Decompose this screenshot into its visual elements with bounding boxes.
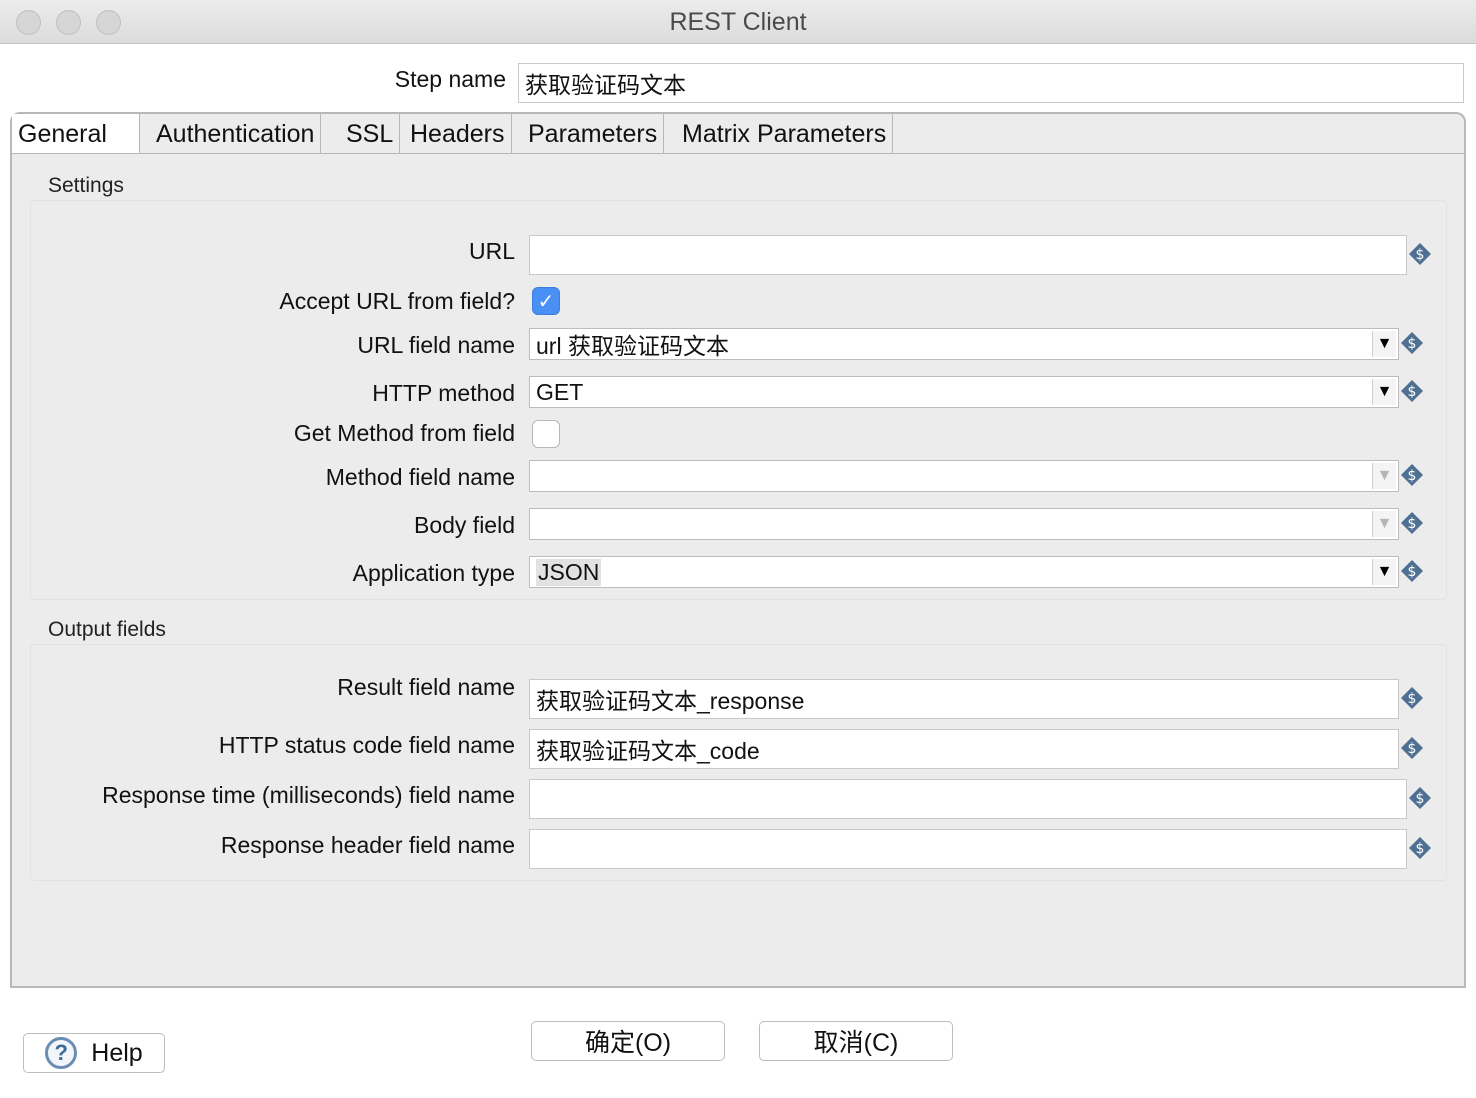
accept-url-from-field-checkbox[interactable]: ✓ [532, 287, 560, 315]
url-field-name-value: url 获取验证码文本 [536, 333, 729, 359]
chevron-down-icon[interactable]: ▼ [1372, 559, 1396, 585]
body-field-combo[interactable]: ▼ [529, 508, 1399, 540]
chevron-down-icon[interactable]: ▼ [1372, 511, 1396, 537]
application-type-combo[interactable]: JSON ▼ [529, 556, 1399, 588]
svg-text:$: $ [1408, 691, 1417, 707]
url-field-name-combo[interactable]: url 获取验证码文本 ▼ [529, 328, 1399, 360]
variable-dollar-icon[interactable]: $ [1400, 511, 1424, 535]
variable-dollar-icon[interactable]: $ [1400, 736, 1424, 760]
tab-ssl[interactable]: SSL [340, 114, 401, 154]
window-title: REST Client [669, 8, 807, 36]
variable-dollar-icon[interactable]: $ [1400, 463, 1424, 487]
result-field-name-label: Result field name [337, 674, 515, 700]
url-input[interactable] [529, 235, 1407, 275]
settings-group-title: Settings [48, 174, 124, 197]
rest-client-window: REST Client Step name 获取验证码文本 General Au… [0, 0, 1476, 1098]
chevron-down-icon[interactable]: ▼ [1372, 463, 1396, 489]
http-status-code-field-name-input[interactable]: 获取验证码文本_code [529, 729, 1399, 769]
variable-dollar-icon[interactable]: $ [1400, 379, 1424, 403]
svg-text:$: $ [1408, 741, 1417, 757]
http-method-label: HTTP method [372, 380, 515, 406]
help-question-icon: ? [45, 1037, 78, 1069]
response-header-field-name-input[interactable] [529, 829, 1407, 869]
variable-dollar-icon[interactable]: $ [1408, 242, 1432, 266]
svg-text:$: $ [1416, 791, 1425, 807]
svg-text:$: $ [1408, 516, 1417, 532]
tab-matrix-parameters[interactable]: Matrix Parameters [676, 114, 894, 154]
application-type-label: Application type [352, 560, 515, 586]
response-time-field-name-input[interactable] [529, 779, 1407, 819]
body-field-label: Body field [413, 512, 515, 538]
get-method-from-field-label: Get Method from field [293, 420, 515, 446]
svg-text:$: $ [1416, 247, 1425, 263]
help-button-label: Help [91, 1038, 143, 1067]
tab-headers-label: Headers [410, 119, 505, 148]
svg-text:$: $ [1408, 468, 1417, 484]
checkmark-icon: ✓ [537, 290, 555, 313]
application-type-value: JSON [536, 558, 602, 586]
result-field-name-input[interactable]: 获取验证码文本_response [529, 679, 1399, 719]
tab-headers[interactable]: Headers [404, 114, 512, 154]
step-name-label: Step name [394, 66, 506, 92]
tab-matrix-parameters-label: Matrix Parameters [682, 119, 887, 148]
response-header-field-name-label: Response header field name [220, 832, 515, 858]
accept-url-from-field-label: Accept URL from field? [279, 288, 515, 314]
output-fields-group-title: Output fields [48, 618, 166, 641]
tab-ssl-label: SSL [346, 119, 394, 148]
response-time-field-name-label: Response time (milliseconds) field name [102, 782, 515, 808]
tab-authentication[interactable]: Authentication [150, 114, 322, 154]
svg-text:$: $ [1416, 841, 1425, 857]
get-method-from-field-checkbox[interactable] [532, 420, 560, 448]
cancel-button[interactable]: 取消(C) [759, 1021, 953, 1061]
ok-button-label: 确定(O) [584, 1029, 672, 1057]
variable-dollar-icon[interactable]: $ [1408, 836, 1432, 860]
http-status-code-field-name-value: 获取验证码文本_code [536, 738, 760, 764]
svg-text:$: $ [1408, 564, 1417, 580]
result-field-name-value: 获取验证码文本_response [536, 688, 805, 714]
svg-text:$: $ [1408, 336, 1417, 352]
variable-dollar-icon[interactable]: $ [1408, 786, 1432, 810]
svg-text:$: $ [1408, 384, 1417, 400]
variable-dollar-icon[interactable]: $ [1400, 331, 1424, 355]
http-status-code-field-name-label: HTTP status code field name [218, 732, 515, 758]
tab-parameters[interactable]: Parameters [522, 114, 665, 154]
help-button[interactable]: ? Help [23, 1033, 165, 1073]
chevron-down-icon[interactable]: ▼ [1372, 379, 1396, 405]
tab-general-label: General [18, 119, 107, 148]
variable-dollar-icon[interactable]: $ [1400, 686, 1424, 710]
method-field-name-label: Method field name [325, 464, 515, 490]
http-method-combo[interactable]: GET ▼ [529, 376, 1399, 408]
tab-parameters-label: Parameters [528, 119, 658, 148]
tab-authentication-label: Authentication [156, 119, 315, 148]
title-bar: REST Client [0, 0, 1476, 44]
ok-button[interactable]: 确定(O) [531, 1021, 725, 1061]
chevron-down-icon[interactable]: ▼ [1372, 331, 1396, 357]
step-name-value: 获取验证码文本 [525, 72, 686, 98]
http-method-value: GET [536, 378, 584, 405]
cancel-button-label: 取消(C) [813, 1029, 899, 1057]
method-field-name-combo[interactable]: ▼ [529, 460, 1399, 492]
tab-general[interactable]: General [12, 114, 140, 154]
variable-dollar-icon[interactable]: $ [1400, 559, 1424, 583]
url-field-name-label: URL field name [357, 332, 515, 358]
step-name-input[interactable]: 获取验证码文本 [518, 63, 1464, 103]
url-label: URL [468, 238, 515, 264]
